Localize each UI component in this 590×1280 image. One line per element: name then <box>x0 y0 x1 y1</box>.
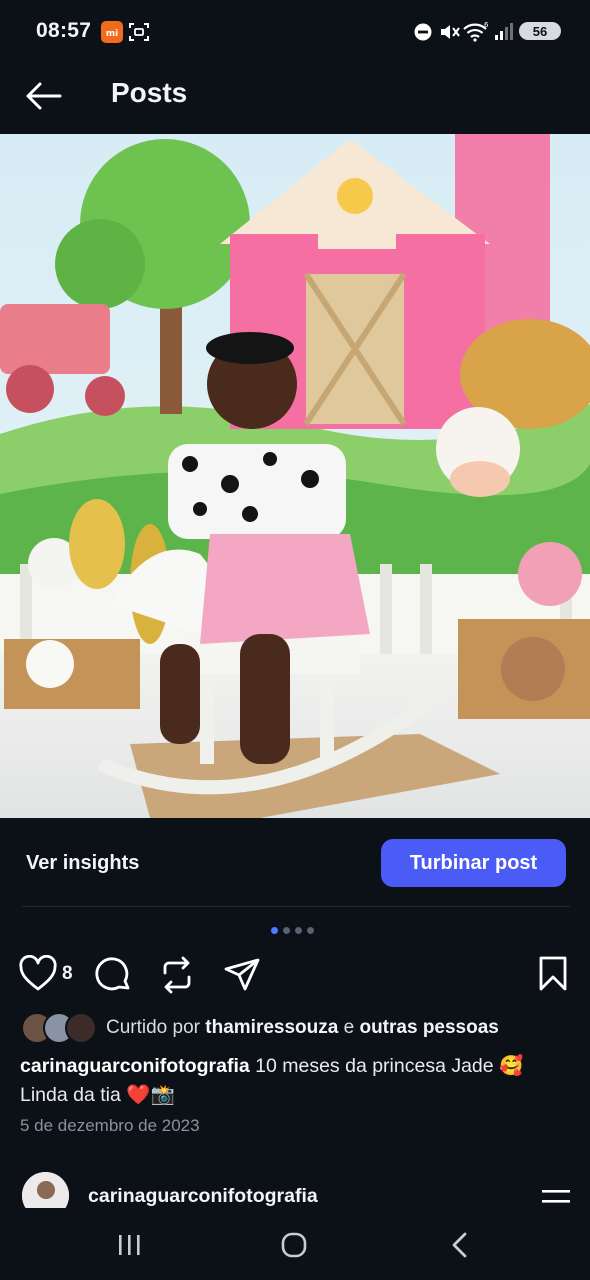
like-heart-icon[interactable] <box>18 955 58 993</box>
recent-apps-icon[interactable] <box>116 1233 142 1257</box>
carousel-dot-active <box>271 927 278 934</box>
liked-by-prefix: Curtido por <box>106 1017 200 1038</box>
caption-text-line1: 10 meses da princesa Jade 🥰 <box>255 1055 524 1077</box>
carousel-dot <box>283 927 290 934</box>
liked-by-avatars[interactable] <box>20 1011 98 1045</box>
system-navigation-bar <box>0 1208 590 1280</box>
next-post-username[interactable]: carinaguarconifotografia <box>88 1185 318 1208</box>
carousel-dot <box>295 927 302 934</box>
wifi-icon: 6 <box>463 21 489 42</box>
liked-by-text[interactable]: Curtido por thamiressouza e outras pesso… <box>106 1017 499 1039</box>
post-caption: carinaguarconifotografia 10 meses da pri… <box>20 1052 576 1110</box>
mute-icon <box>441 25 460 39</box>
comment-icon[interactable] <box>93 955 133 995</box>
liked-by-connector: e <box>343 1017 355 1038</box>
post-image[interactable] <box>0 134 590 818</box>
menu-lines-icon[interactable] <box>540 1188 572 1208</box>
svg-text:6: 6 <box>484 21 489 29</box>
signal-icon <box>495 23 513 40</box>
post-date: 5 de dezembro de 2023 <box>20 1116 200 1135</box>
farm-photo-illustration <box>0 134 590 818</box>
do-not-disturb-icon <box>414 23 432 41</box>
back-nav-icon[interactable] <box>449 1231 471 1259</box>
page-title: Posts <box>111 77 188 108</box>
screenshot-icon <box>129 23 149 41</box>
mi-app-notification-icon: mi <box>101 21 123 43</box>
status-bar: 08:57 mi 6 56 <box>0 0 590 64</box>
boost-post-button[interactable]: Turbinar post <box>381 839 566 887</box>
save-bookmark-icon[interactable] <box>537 955 569 993</box>
view-insights-link[interactable]: Ver insights <box>26 852 139 875</box>
battery-icon: 56 <box>519 22 561 40</box>
back-arrow-icon[interactable] <box>22 76 66 116</box>
svg-text:mi: mi <box>106 29 118 39</box>
liked-by-others[interactable]: outras pessoas <box>359 1017 498 1038</box>
status-time: 08:57 <box>36 19 92 42</box>
top-bar: Posts <box>0 64 590 134</box>
caption-username[interactable]: carinaguarconifotografia <box>20 1055 250 1077</box>
repost-icon[interactable] <box>158 955 196 995</box>
caption-text-line2: Linda da tia ❤️📸 <box>20 1084 175 1106</box>
divider <box>22 906 570 907</box>
battery-level: 56 <box>532 23 548 39</box>
share-send-icon[interactable] <box>222 955 262 995</box>
home-icon[interactable] <box>280 1231 308 1259</box>
carousel-indicator <box>271 927 314 934</box>
liked-by-username[interactable]: thamiressouza <box>205 1017 338 1038</box>
carousel-dot <box>307 927 314 934</box>
likes-count[interactable]: 8 <box>62 963 73 985</box>
